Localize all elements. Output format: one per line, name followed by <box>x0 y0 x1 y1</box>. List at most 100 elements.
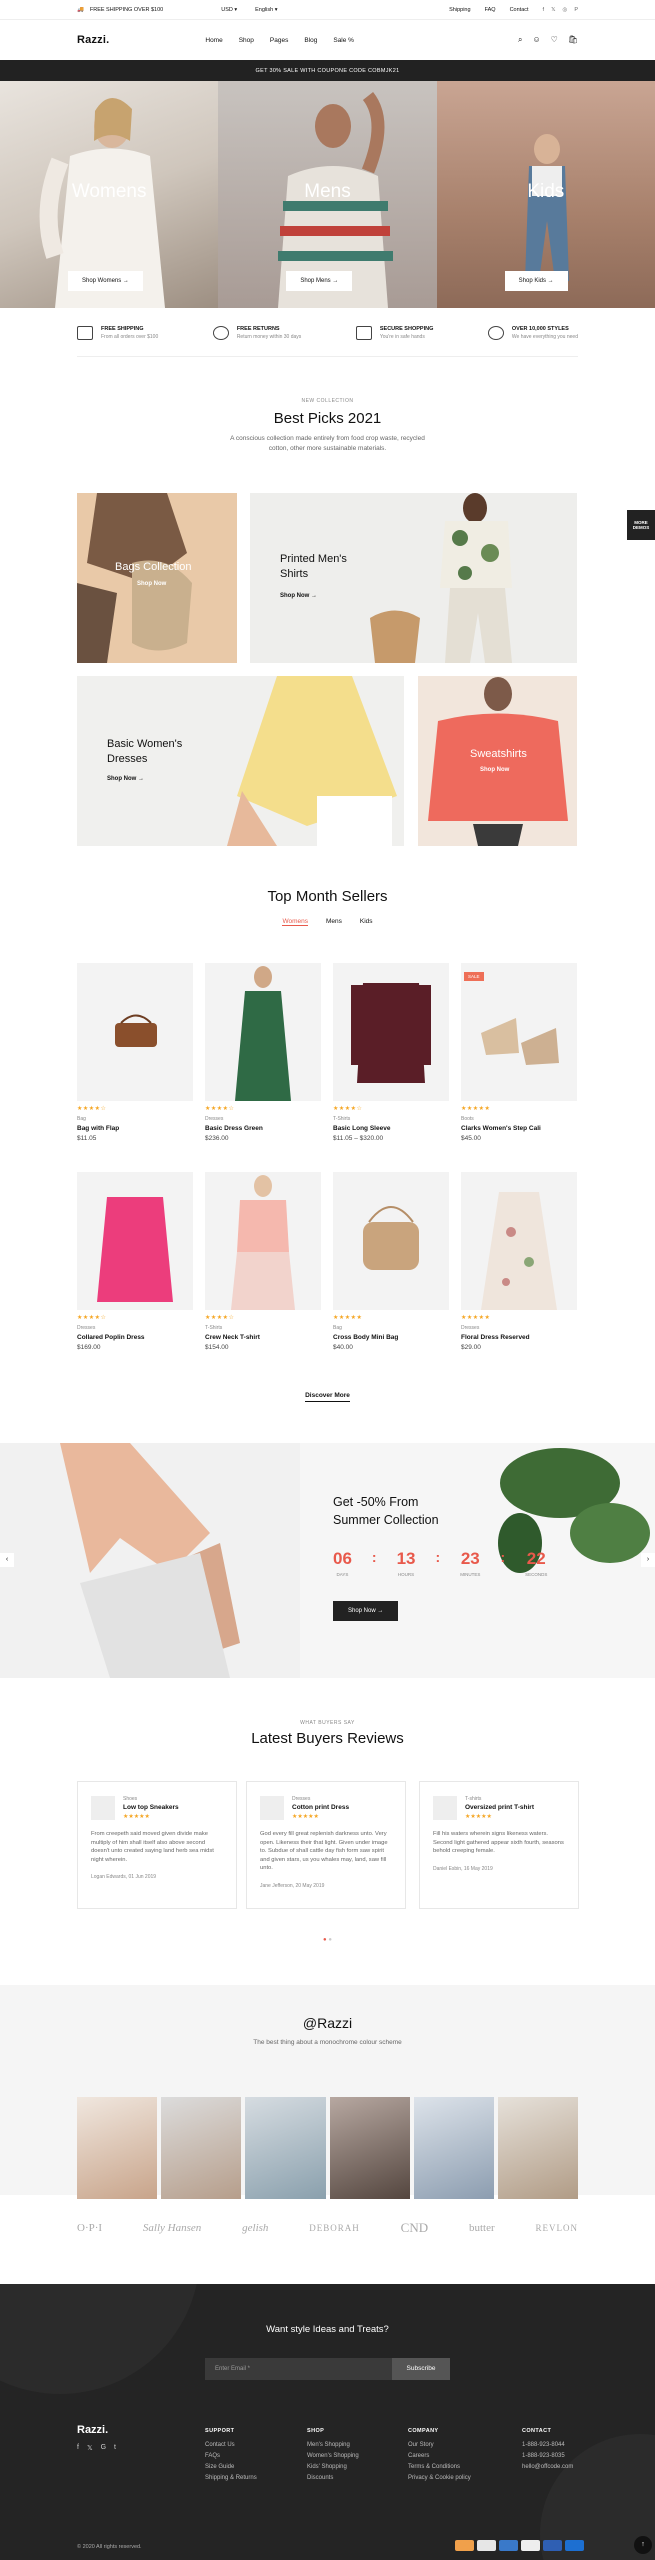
instagram-photo[interactable] <box>329 2097 410 2199</box>
shop-mens-button[interactable]: Shop Mens → <box>286 271 353 291</box>
hero-mens[interactable]: Mens Shop Mens → <box>218 81 437 308</box>
footer-link[interactable]: hello@offcode.com <box>522 2464 573 2470</box>
twitter-icon[interactable]: 𝕏 <box>87 2444 93 2452</box>
footer-link[interactable]: Our Story <box>408 2442 471 2448</box>
footer-link[interactable]: Discounts <box>307 2475 359 2481</box>
product-image[interactable] <box>77 963 193 1101</box>
topbar-link-faq[interactable]: FAQ <box>485 7 496 13</box>
tile-mens-link[interactable]: Shop Now → <box>280 593 317 599</box>
footer-link[interactable]: Shipping & Returns <box>205 2475 257 2481</box>
product-name[interactable]: Crew Neck T-shirt <box>205 1334 321 1341</box>
footer-link[interactable]: Privacy & Cookie policy <box>408 2475 471 2481</box>
instagram-photo[interactable] <box>245 2097 326 2199</box>
review-product-thumb[interactable] <box>260 1796 284 1820</box>
brand-logo[interactable]: REVLON <box>536 2223 579 2233</box>
footer-logo[interactable]: Razzi. <box>77 2424 108 2436</box>
google-icon[interactable]: G <box>101 2444 106 2452</box>
subscribe-button[interactable]: Subscribe <box>392 2358 450 2380</box>
language-select[interactable]: English ▾ <box>255 7 277 13</box>
product-name[interactable]: Cross Body Mini Bag <box>333 1334 449 1341</box>
product-category[interactable]: Boots <box>461 1116 577 1122</box>
facebook-icon[interactable]: f <box>543 7 545 13</box>
hero-womens[interactable]: Womens Shop Womens → <box>0 81 219 308</box>
review-product-name[interactable]: Oversized print T-shirt <box>465 1804 534 1811</box>
twitter-icon[interactable]: 𝕏 <box>551 7 555 13</box>
tile-mens-shirts[interactable]: Printed Men's Shirts Shop Now → <box>250 493 577 663</box>
chevron-right-icon[interactable]: › <box>641 1553 655 1567</box>
product-category[interactable]: Dresses <box>205 1116 321 1122</box>
review-product-name[interactable]: Cotton print Dress <box>292 1804 349 1811</box>
wishlist-icon[interactable]: ♡ <box>551 35 558 45</box>
more-demos-tab[interactable]: MORE DEMOS <box>627 510 655 540</box>
facebook-icon[interactable]: f <box>77 2444 79 2452</box>
product-image[interactable] <box>205 963 321 1101</box>
site-logo[interactable]: Razzi. <box>77 34 109 46</box>
product-card[interactable]: ★★★★★ Bag Cross Body Mini Bag $40.00 <box>333 1172 449 1351</box>
footer-link[interactable]: FAQs <box>205 2453 257 2459</box>
instagram-photo[interactable] <box>497 2097 579 2199</box>
instagram-photo[interactable] <box>161 2097 242 2199</box>
footer-link[interactable]: Terms & Conditions <box>408 2464 471 2470</box>
product-image[interactable] <box>461 1172 577 1310</box>
hero-kids[interactable]: Kids Shop Kids → <box>436 81 655 308</box>
product-name[interactable]: Clarks Women's Step Cali <box>461 1125 577 1132</box>
review-product-thumb[interactable] <box>91 1796 115 1820</box>
instagram-icon[interactable]: ◎ <box>563 7 568 13</box>
footer-link[interactable]: 1-888-923-8044 <box>522 2442 573 2448</box>
brand-logo[interactable]: CND <box>401 2220 428 2236</box>
account-icon[interactable]: ☺ <box>533 35 541 45</box>
footer-link[interactable]: Size Guide <box>205 2464 257 2470</box>
product-card[interactable]: ★★★★☆ Dresses Basic Dress Green $236.00 <box>205 963 321 1142</box>
nav-shop[interactable]: Shop <box>239 37 254 44</box>
topbar-link-shipping[interactable]: Shipping <box>449 7 470 13</box>
shop-kids-button[interactable]: Shop Kids → <box>504 271 568 291</box>
instagram-photo[interactable] <box>413 2097 494 2199</box>
tab-womens[interactable]: Womens <box>282 918 308 926</box>
footer-link[interactable]: Kids' Shopping <box>307 2464 359 2470</box>
chevron-left-icon[interactable]: ‹ <box>0 1553 14 1567</box>
product-image[interactable] <box>333 1172 449 1310</box>
tile-dresses-link[interactable]: Shop Now → <box>107 776 144 782</box>
tab-kids[interactable]: Kids <box>360 918 373 926</box>
product-name[interactable]: Floral Dress Reserved <box>461 1334 577 1341</box>
tile-sweatshirts[interactable]: Sweatshirts Shop Now <box>418 676 577 846</box>
pinterest-icon[interactable]: P <box>574 7 578 13</box>
tab-mens[interactable]: Mens <box>326 918 342 926</box>
footer-link[interactable]: Careers <box>408 2453 471 2459</box>
search-icon[interactable]: ⌕ <box>518 35 522 45</box>
currency-select[interactable]: USD ▾ <box>221 7 237 13</box>
product-category[interactable]: Bag <box>333 1325 449 1331</box>
product-name[interactable]: Basic Dress Green <box>205 1125 321 1132</box>
product-image[interactable] <box>77 1172 193 1310</box>
cart-icon[interactable]: 🛍 <box>568 35 578 45</box>
instagram-photo[interactable] <box>77 2097 158 2199</box>
nav-sale[interactable]: Sale % <box>333 37 354 44</box>
product-category[interactable]: Dresses <box>77 1325 193 1331</box>
tile-sweatshirts-link[interactable]: Shop Now <box>480 767 509 773</box>
product-name[interactable]: Collared Poplin Dress <box>77 1334 193 1341</box>
footer-link[interactable]: Men's Shopping <box>307 2442 359 2448</box>
product-card[interactable]: ★★★★☆ Bag Bag with Flap $11.05 <box>77 963 193 1142</box>
product-category[interactable]: Dresses <box>461 1325 577 1331</box>
product-name[interactable]: Basic Long Sleeve <box>333 1125 449 1132</box>
back-to-top-button[interactable]: ↑ <box>634 2536 652 2554</box>
carousel-dots[interactable]: ● ● <box>0 1937 655 1943</box>
topbar-link-contact[interactable]: Contact <box>510 7 529 13</box>
product-image[interactable] <box>333 963 449 1101</box>
nav-blog[interactable]: Blog <box>304 37 317 44</box>
newsletter-email-input[interactable]: Enter Email * <box>205 2358 392 2380</box>
product-card[interactable]: ★★★★☆ Dresses Collared Poplin Dress $169.00 <box>77 1172 193 1351</box>
brand-logo[interactable]: O·P·I <box>77 2222 102 2234</box>
review-product-name[interactable]: Low top Sneakers <box>123 1804 179 1811</box>
product-image[interactable] <box>205 1172 321 1310</box>
product-category[interactable]: T-Shirts <box>205 1325 321 1331</box>
product-category[interactable]: T-Shirts <box>333 1116 449 1122</box>
product-image[interactable]: SALE <box>461 963 577 1101</box>
deal-shop-now-button[interactable]: Shop Now → <box>333 1601 399 1621</box>
brand-logo[interactable]: DEBORAH <box>309 2223 360 2233</box>
product-card[interactable]: ★★★★☆ T-Shirts Crew Neck T-shirt $154.00 <box>205 1172 321 1351</box>
tile-womens-dresses[interactable]: Basic Women's Dresses Shop Now → <box>77 676 404 846</box>
discover-more-button[interactable]: Discover More <box>305 1392 350 1402</box>
nav-home[interactable]: Home <box>205 37 222 44</box>
product-name[interactable]: Bag with Flap <box>77 1125 193 1132</box>
